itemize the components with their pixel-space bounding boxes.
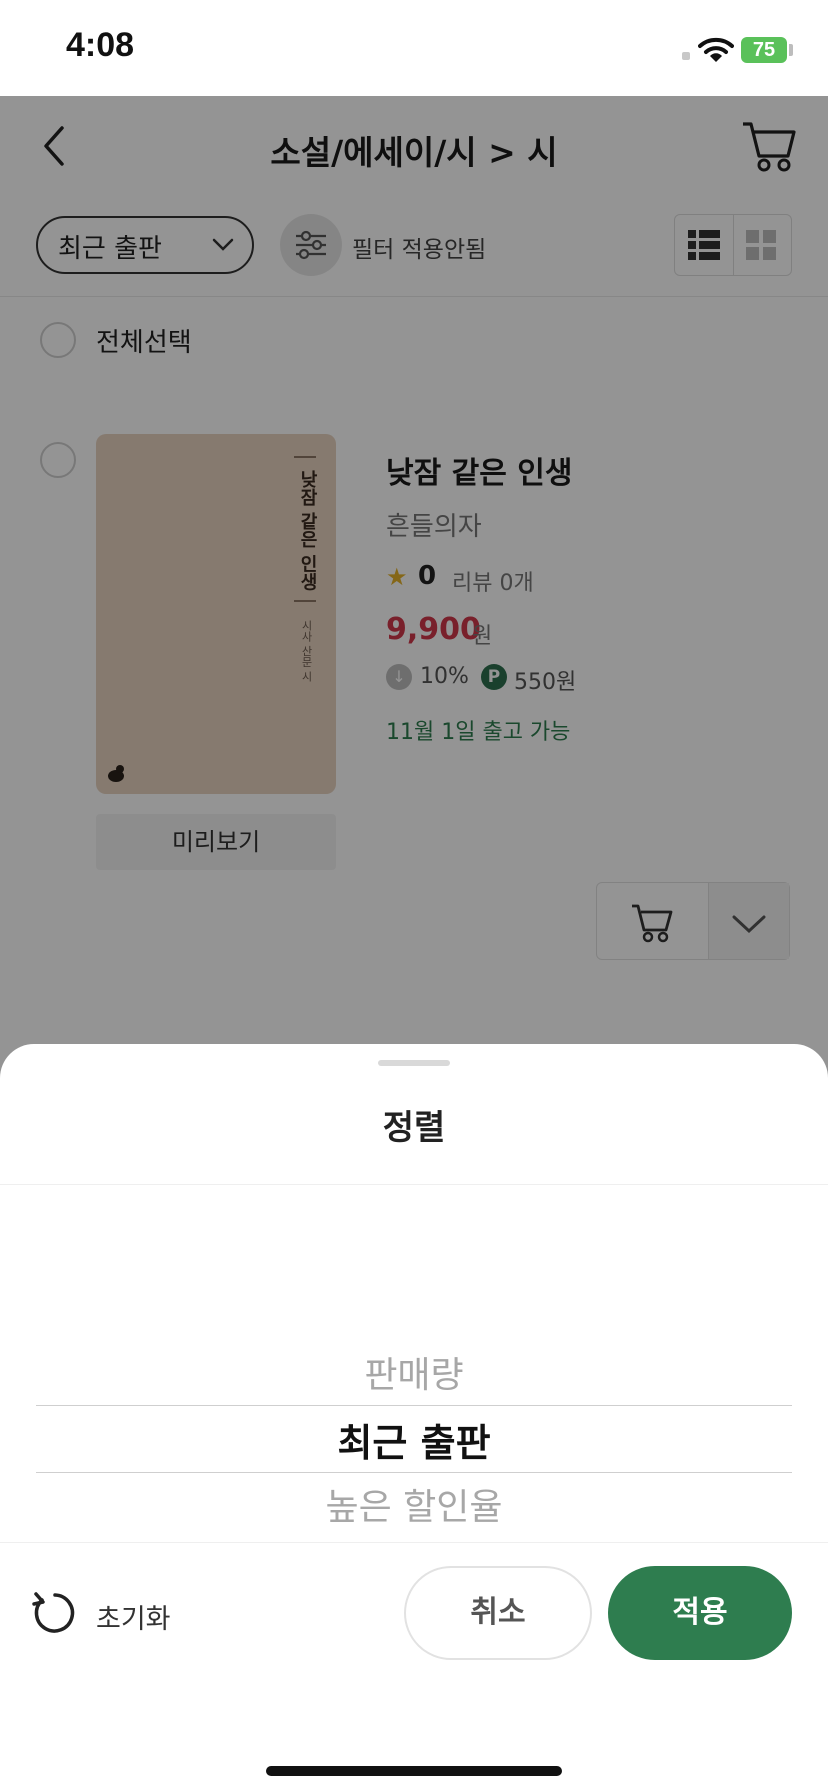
sheet-drag-handle[interactable] [378,1060,450,1066]
wifi-icon [698,37,734,62]
picker-selection-line [36,1472,792,1473]
apply-button[interactable]: 적용 [608,1566,792,1660]
reset-button-label[interactable]: 초기화 [96,1597,171,1636]
home-indicator[interactable] [266,1766,562,1776]
sheet-divider [0,1542,828,1543]
picker-selection-line [36,1405,792,1406]
sort-option[interactable]: 판매량 [0,1346,828,1398]
status-time: 4:08 [66,26,135,64]
battery-tip [789,44,793,56]
sheet-divider [0,1184,828,1185]
battery-icon: 75 [741,37,787,63]
sheet-title: 정렬 [382,1108,446,1148]
reset-icon[interactable] [32,1590,78,1636]
sort-option-selected[interactable]: 최근 출판 [0,1412,828,1467]
sort-option[interactable]: 높은 할인율 [0,1478,828,1530]
status-dot-icon [682,52,690,60]
cancel-button[interactable]: 취소 [404,1566,592,1660]
